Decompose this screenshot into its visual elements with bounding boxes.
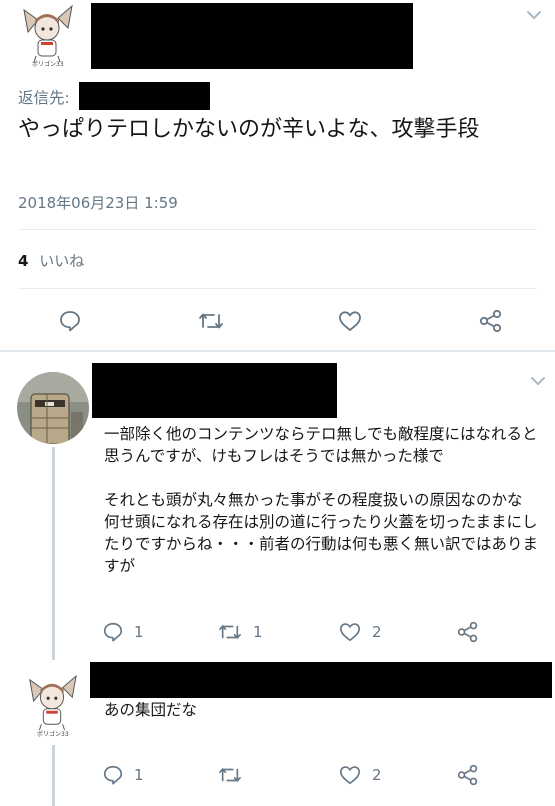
share-icon[interactable] [456, 621, 480, 643]
retweet-icon[interactable] [217, 621, 243, 643]
reply-count: 1 [134, 766, 144, 784]
likes-stat[interactable]: 4 いいね [18, 250, 84, 271]
robot-avatar-icon [17, 372, 89, 444]
likes-label: いいね [39, 252, 85, 270]
reply-icon[interactable] [102, 764, 124, 786]
thread-line [52, 650, 55, 660]
reply-avatar[interactable] [17, 372, 89, 444]
reply-count: 1 [134, 623, 144, 641]
reply-text: あの集団だな [104, 701, 198, 719]
main-tweet-avatar[interactable]: ポリゴン33 [18, 2, 76, 68]
reply-icon[interactable] [58, 309, 82, 333]
likes-count: 4 [18, 252, 29, 270]
thread-line [52, 447, 55, 650]
like-icon[interactable] [338, 621, 362, 643]
retweet-icon[interactable] [217, 764, 243, 786]
section-divider [0, 350, 555, 352]
avatar-caption: ポリゴン33 [37, 731, 69, 738]
character-avatar-icon [24, 672, 80, 736]
tweet-text: やっぱりテロしかないのが辛いよな、攻撃手段 [18, 117, 480, 142]
like-icon[interactable] [337, 309, 363, 333]
divider [18, 229, 537, 230]
retweet-icon[interactable] [197, 309, 225, 333]
like-count: 2 [372, 766, 382, 784]
redacted-name [90, 662, 552, 698]
redacted-reply-target[interactable] [79, 82, 210, 110]
reply-text: 一部除く他のコンテンツならテロ無しでも敵程度にはなれると思うんですが、けもフレは… [104, 425, 539, 575]
tweet-timestamp[interactable]: 2018年06月23日 1:59 [18, 192, 178, 213]
redacted-name [91, 3, 413, 69]
chevron-down-icon[interactable] [530, 376, 546, 386]
reply-to-label: 返信先: [18, 89, 70, 107]
reply-icon[interactable] [102, 621, 124, 643]
like-icon[interactable] [338, 764, 362, 786]
share-icon[interactable] [456, 764, 480, 786]
share-icon[interactable] [478, 309, 504, 333]
retweet-count: 1 [253, 623, 263, 641]
reply-avatar[interactable]: ポリゴン33 [24, 672, 80, 740]
avatar-caption: ポリゴン33 [32, 61, 64, 68]
like-count: 2 [372, 623, 382, 641]
redacted-name [92, 363, 337, 418]
chevron-down-icon[interactable] [526, 10, 542, 20]
thread-line [52, 745, 55, 806]
divider [18, 288, 537, 289]
